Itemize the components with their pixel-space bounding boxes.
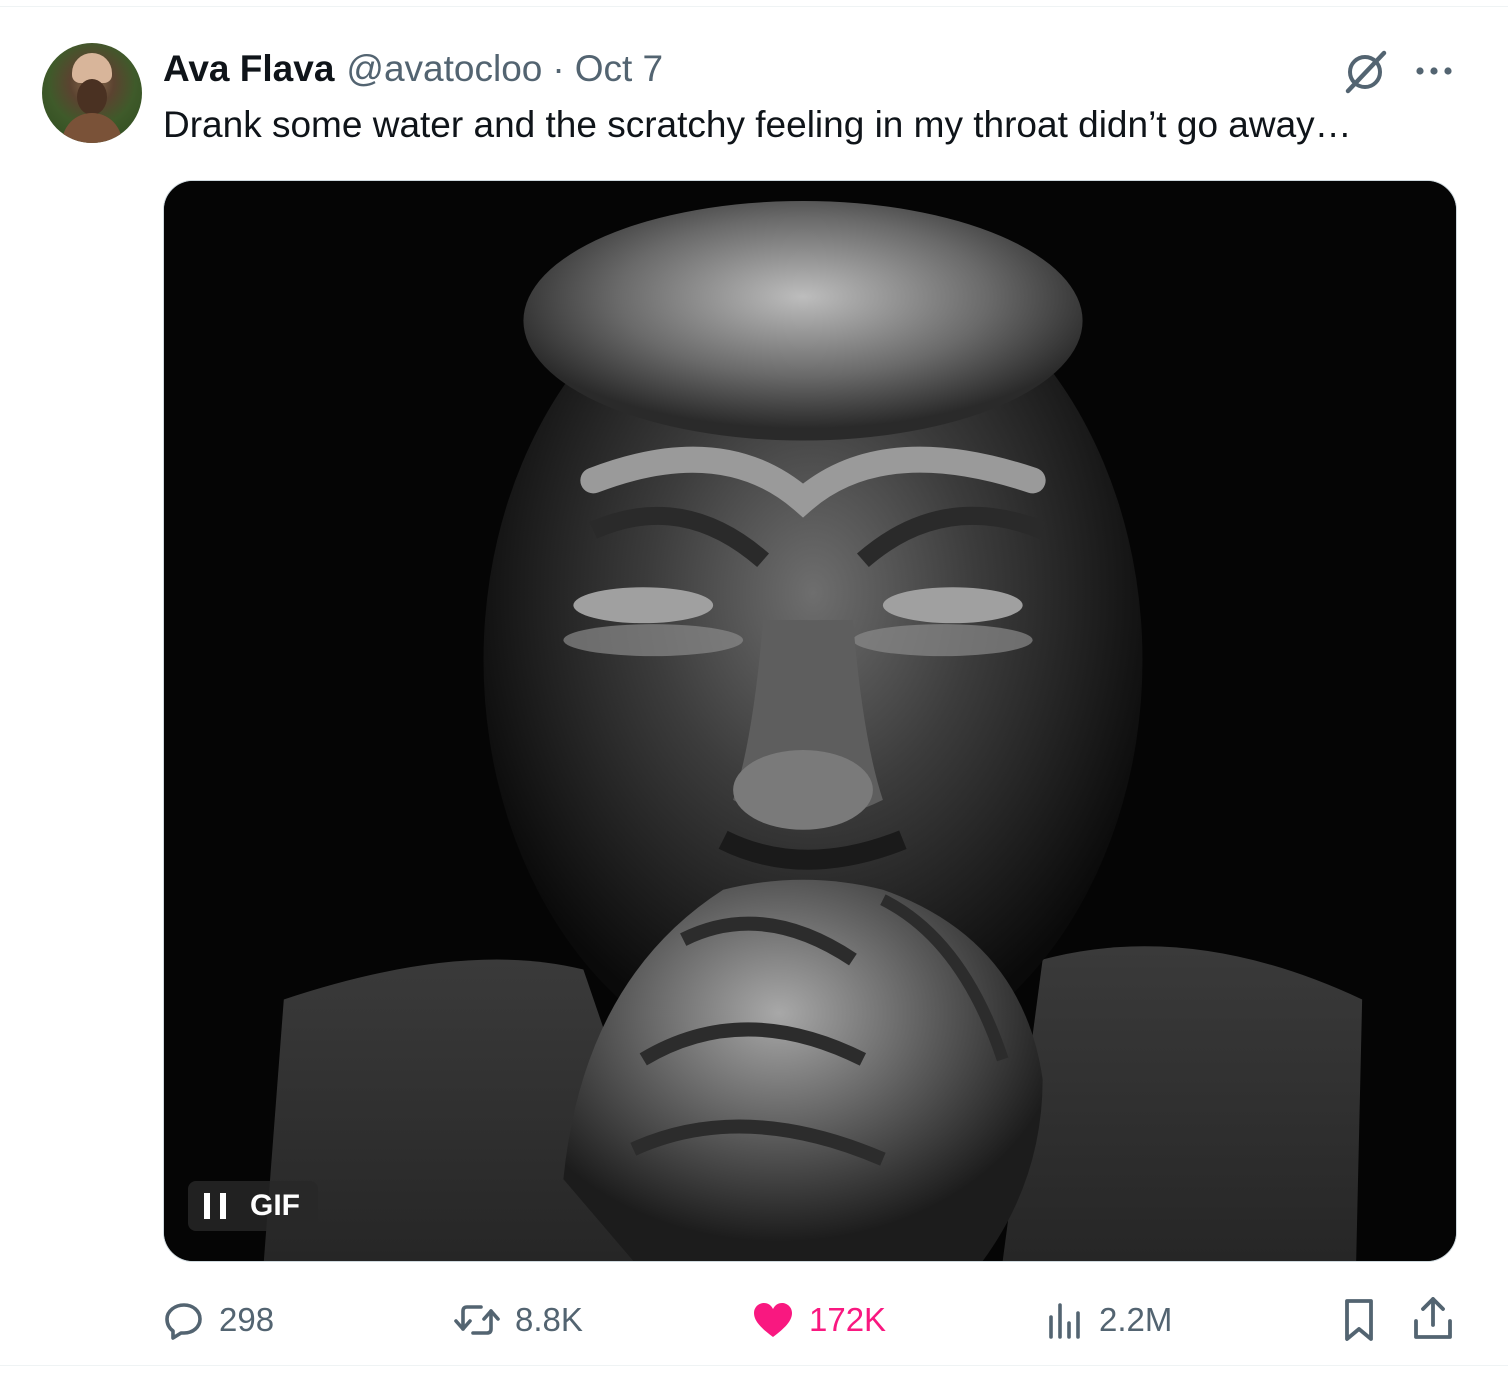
- retweet-icon: [454, 1305, 500, 1335]
- avatar-face: [77, 79, 107, 115]
- reply-icon: [165, 1303, 202, 1340]
- views-icon: [1049, 1303, 1080, 1339]
- heart-icon: [754, 1303, 792, 1337]
- tweet-header: Ava Flava @avatocloo · Oct 7: [163, 45, 663, 93]
- reply-count: 298: [219, 1301, 275, 1338]
- more-icon[interactable]: [1412, 53, 1456, 89]
- pause-bar: [220, 1193, 226, 1219]
- header-separator: ·: [552, 48, 565, 89]
- author-handle[interactable]: @avatocloo: [346, 45, 542, 93]
- pause-icon[interactable]: [204, 1193, 226, 1219]
- like-button[interactable]: 172K: [751, 1295, 886, 1345]
- like-count: 172K: [809, 1301, 887, 1338]
- bookmark-icon[interactable]: [1339, 1297, 1379, 1343]
- author-name[interactable]: Ava Flava: [163, 45, 334, 93]
- gif-image: [164, 181, 1456, 1261]
- avatar-body: [62, 113, 122, 143]
- views-button[interactable]: 2.2M: [1045, 1295, 1172, 1345]
- pause-bar: [204, 1193, 210, 1219]
- views-count: 2.2M: [1099, 1301, 1173, 1338]
- grok-icon[interactable]: [1340, 47, 1390, 97]
- tweet-text: Drank some water and the scratchy feelin…: [163, 104, 1352, 145]
- share-icon[interactable]: [1411, 1295, 1455, 1343]
- repost-count: 8.8K: [515, 1301, 583, 1338]
- avatar[interactable]: [42, 43, 142, 143]
- reply-button[interactable]: 298: [163, 1295, 274, 1345]
- gif-badge[interactable]: GIF: [188, 1181, 318, 1231]
- tweet-actions: 298 8.8K 172K 2.2M: [163, 1295, 1457, 1345]
- tweet-date[interactable]: Oct 7: [575, 45, 663, 93]
- gif-label: GIF: [250, 1189, 300, 1222]
- gif-media[interactable]: GIF: [163, 180, 1457, 1262]
- repost-button[interactable]: 8.8K: [453, 1295, 583, 1345]
- tweet-card[interactable]: Ava Flava @avatocloo · Oct 7 Drank some …: [0, 6, 1508, 1366]
